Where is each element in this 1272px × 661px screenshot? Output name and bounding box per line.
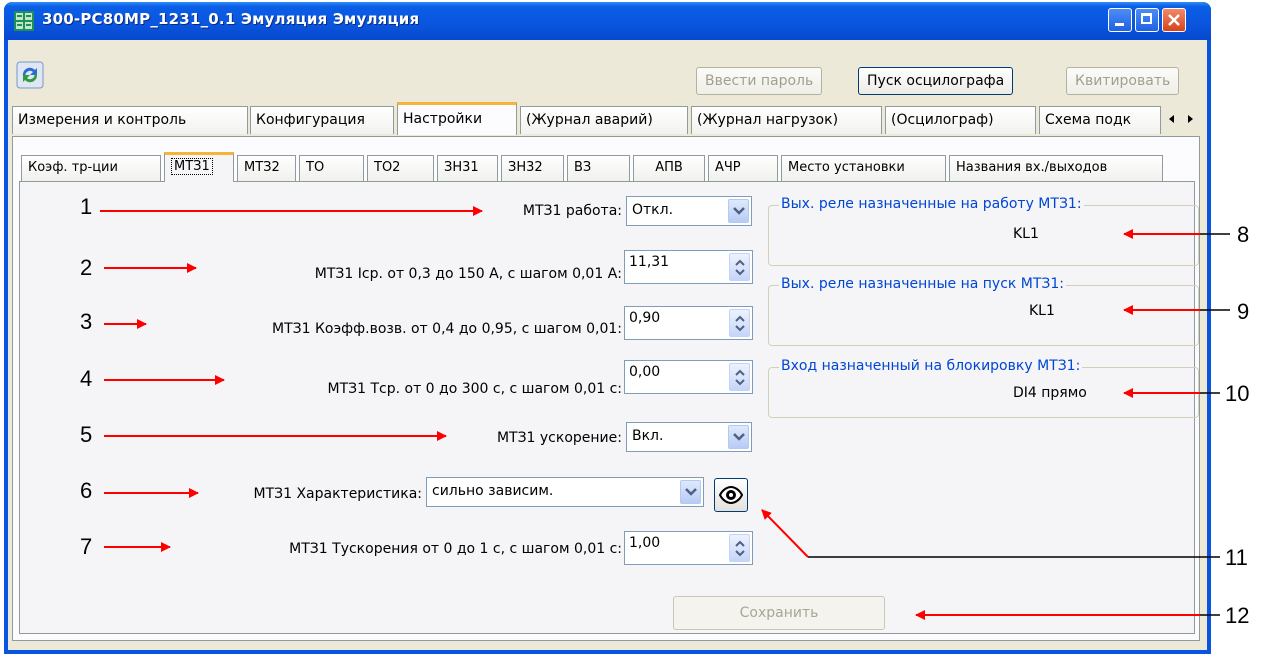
arrow-11 [761, 509, 809, 558]
annotation-arrows [100, 206, 1230, 620]
subtab-mtz1[interactable]: МТЗ1 [164, 152, 234, 182]
tab-settings[interactable]: Настройки [397, 102, 517, 135]
subtab-mtz1-label: МТЗ1 [171, 158, 213, 175]
